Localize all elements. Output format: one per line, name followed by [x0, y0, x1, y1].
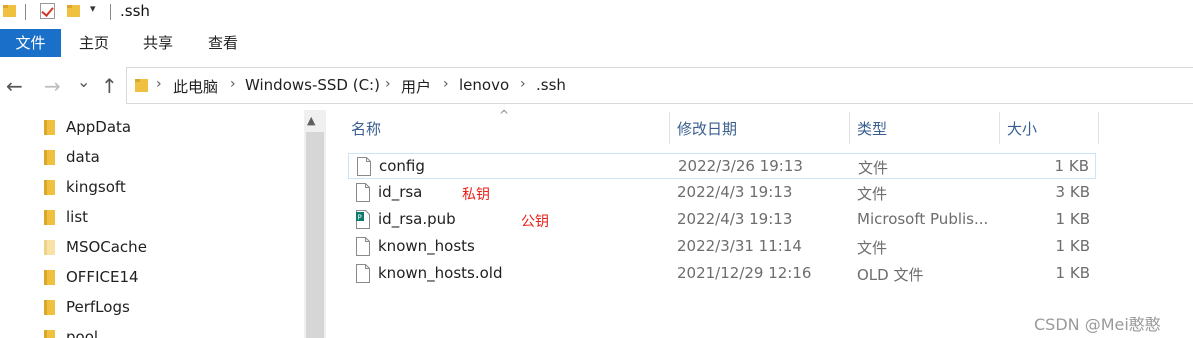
- folder-icon: [44, 149, 55, 165]
- file-row[interactable]: P id_rsa.pub 2022/4/3 19:13 Microsoft Pu…: [348, 207, 1096, 233]
- sort-ascending-icon: ^: [499, 108, 510, 122]
- file-size: 1 KB: [1055, 210, 1090, 228]
- back-button[interactable]: ←: [6, 74, 23, 98]
- breadcrumb-chevron-icon[interactable]: ›: [520, 76, 526, 92]
- file-modified: 2022/4/3 19:13: [677, 183, 793, 201]
- toolbar-separator: [25, 4, 26, 20]
- window-title: .ssh: [120, 2, 150, 20]
- file-modified: 2021/12/29 12:16: [677, 264, 812, 282]
- file-name: known_hosts: [378, 237, 475, 255]
- column-header-type[interactable]: 类型: [857, 118, 887, 142]
- file-size: 1 KB: [1055, 237, 1090, 255]
- file-row[interactable]: id_rsa 2022/4/3 19:13 文件 3 KB: [348, 180, 1096, 206]
- breadcrumb-users[interactable]: 用户: [401, 76, 431, 97]
- hidden-folder-icon: [44, 239, 55, 255]
- file-modified: 2022/3/31 11:14: [677, 237, 802, 255]
- nav-item-label: MSOCache: [66, 238, 147, 256]
- nav-item-label: PerfLogs: [66, 298, 130, 316]
- file-size: 1 KB: [1055, 264, 1090, 282]
- nav-item-label: data: [66, 148, 100, 166]
- tab-file[interactable]: 文件: [0, 29, 61, 57]
- file-name: id_rsa: [378, 183, 423, 201]
- file-modified: 2022/4/3 19:13: [677, 210, 793, 228]
- blank-file-icon: [356, 264, 370, 283]
- watermark: CSDN @Mei憨憨: [1034, 315, 1161, 334]
- nav-item-perflogs[interactable]: PerfLogs: [44, 292, 130, 322]
- breadcrumb-this-pc[interactable]: 此电脑: [173, 76, 218, 97]
- file-type: Microsoft Publis...: [857, 210, 989, 228]
- address-bar[interactable]: › 此电脑 › Windows-SSD (C:) › 用户 › lenovo ›…: [126, 67, 1193, 104]
- file-name: id_rsa.pub: [378, 210, 456, 228]
- nav-item-pool[interactable]: pool: [44, 322, 98, 338]
- file-type: OLD 文件: [857, 266, 924, 284]
- breadcrumb-chevron-icon[interactable]: ›: [230, 76, 236, 92]
- file-type: 文件: [857, 239, 888, 257]
- forward-button[interactable]: →: [44, 74, 61, 98]
- breadcrumb-chevron-icon[interactable]: ›: [443, 76, 449, 92]
- publisher-file-icon: P: [356, 210, 370, 229]
- tab-share[interactable]: 共享: [130, 29, 186, 57]
- nav-item-msocache[interactable]: MSOCache: [44, 232, 147, 262]
- nav-item-label: kingsoft: [66, 178, 126, 196]
- breadcrumb-ssh[interactable]: .ssh: [536, 76, 566, 94]
- column-divider[interactable]: [999, 112, 1000, 144]
- column-divider[interactable]: [849, 112, 850, 144]
- breadcrumb-drive[interactable]: Windows-SSD (C:): [245, 76, 380, 94]
- file-name: config: [379, 157, 425, 175]
- breadcrumb-chevron-icon[interactable]: ›: [156, 76, 162, 92]
- tab-view[interactable]: 查看: [195, 29, 251, 57]
- nav-item-appdata[interactable]: AppData: [44, 112, 131, 142]
- nav-item-list[interactable]: list: [44, 202, 88, 232]
- breadcrumb-chevron-icon[interactable]: ›: [385, 76, 391, 92]
- scroll-up-icon[interactable]: ▲: [307, 114, 315, 127]
- folder-icon: [44, 179, 55, 195]
- file-type: 文件: [858, 159, 889, 177]
- column-divider[interactable]: [669, 112, 670, 144]
- folder-icon: [44, 119, 55, 135]
- folder-icon: [44, 269, 55, 285]
- file-modified: 2022/3/26 19:13: [678, 157, 803, 175]
- new-folder-icon[interactable]: [67, 4, 80, 18]
- file-row[interactable]: config 2022/3/26 19:13 文件 1 KB: [348, 153, 1096, 179]
- properties-check-icon[interactable]: [40, 3, 55, 19]
- nav-item-office14[interactable]: OFFICE14: [44, 262, 139, 292]
- nav-item-label: OFFICE14: [66, 268, 139, 286]
- file-size: 1 KB: [1054, 157, 1089, 175]
- svg-text:P: P: [358, 214, 362, 222]
- nav-item-label: pool: [66, 328, 99, 338]
- title-bar: ▾ .ssh: [0, 0, 1193, 26]
- scrollbar-thumb[interactable]: [306, 132, 324, 338]
- tab-home[interactable]: 主页: [66, 29, 122, 57]
- ribbon-tabs: 文件 主页 共享 查看: [0, 29, 1193, 57]
- file-row[interactable]: known_hosts 2022/3/31 11:14 文件 1 KB: [348, 234, 1096, 260]
- column-header-size[interactable]: 大小: [1007, 118, 1037, 142]
- toolbar-separator: [110, 4, 111, 20]
- blank-file-icon: [357, 157, 371, 176]
- folder-icon: [3, 5, 16, 17]
- nav-item-label: list: [66, 208, 89, 226]
- folder-icon: [44, 209, 55, 225]
- public-key-annotation: 公钥: [521, 214, 549, 230]
- column-divider[interactable]: [1098, 112, 1099, 144]
- nav-item-data[interactable]: data: [44, 142, 100, 172]
- column-header-date[interactable]: 修改日期: [677, 118, 737, 142]
- navigation-pane: AppData data kingsoft list MSOCache OFFI…: [0, 110, 304, 338]
- nav-item-kingsoft[interactable]: kingsoft: [44, 172, 126, 202]
- column-header-name[interactable]: 名称: [351, 118, 381, 142]
- blank-file-icon: [356, 183, 370, 202]
- file-name: known_hosts.old: [378, 264, 503, 282]
- private-key-annotation: 私钥: [462, 187, 490, 203]
- folder-icon: [44, 299, 55, 315]
- recent-locations-button[interactable]: ⌄: [77, 70, 90, 94]
- folder-icon: [135, 79, 148, 92]
- file-row[interactable]: known_hosts.old 2021/12/29 12:16 OLD 文件 …: [348, 261, 1096, 287]
- file-size: 3 KB: [1055, 183, 1090, 201]
- quick-access-dropdown-icon[interactable]: ▾: [90, 2, 96, 15]
- breadcrumb-lenovo[interactable]: lenovo: [459, 76, 509, 94]
- file-type: 文件: [857, 185, 888, 203]
- folder-icon: [44, 329, 55, 338]
- up-button[interactable]: ↑: [101, 74, 118, 98]
- nav-item-label: AppData: [66, 118, 132, 136]
- blank-file-icon: [356, 237, 370, 256]
